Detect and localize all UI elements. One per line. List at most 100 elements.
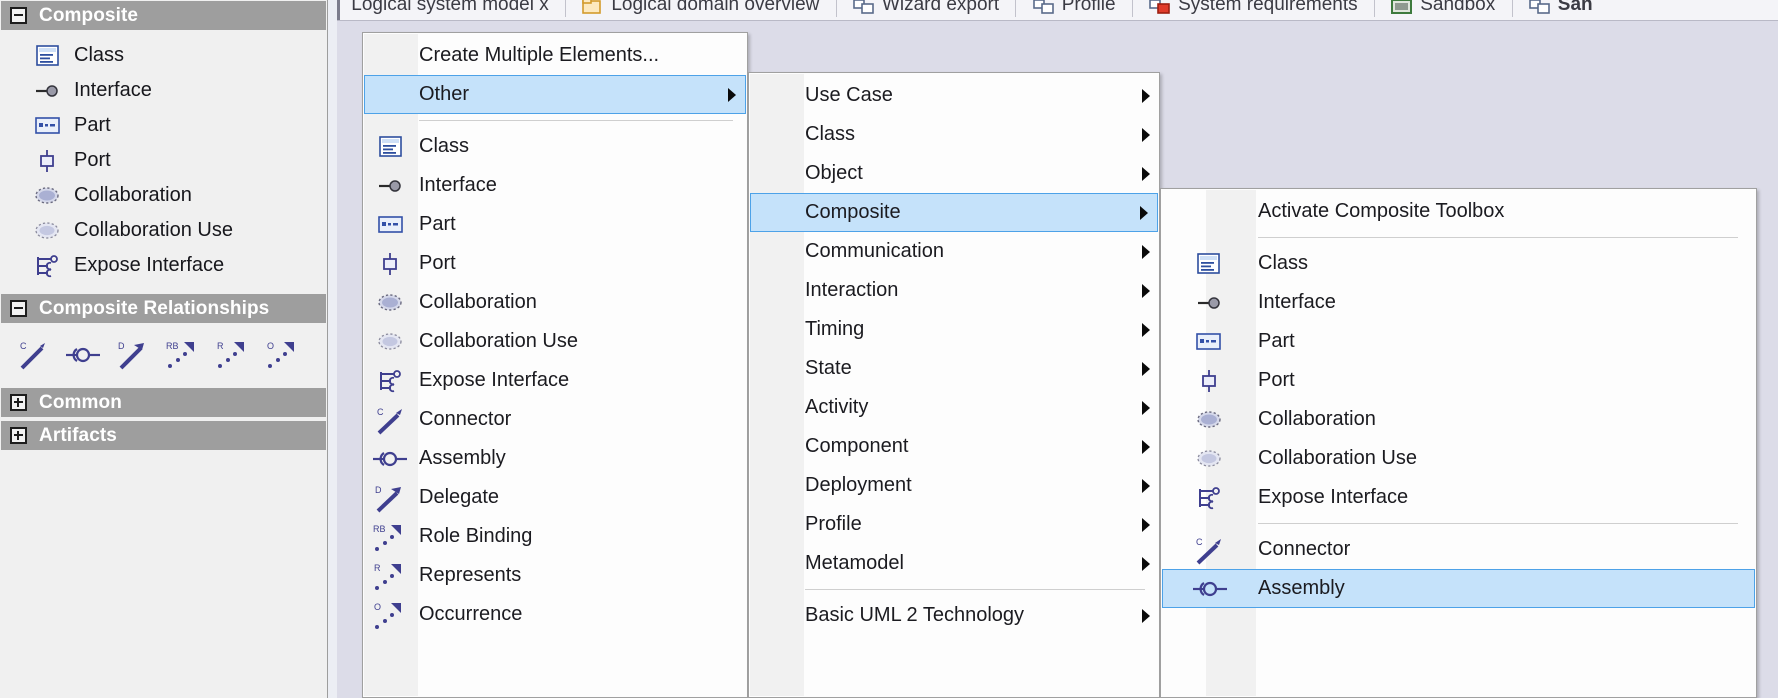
composite-submenu-menu[interactable]: Activate Composite Toolbox Class Interfa…	[1160, 188, 1757, 698]
menu-item-metamodel[interactable]: Metamodel	[749, 544, 1159, 583]
menu-item-label: Assembly	[419, 447, 506, 469]
menu-item-label: Interaction	[805, 279, 899, 301]
menu-item-deployment[interactable]: Deployment	[749, 466, 1159, 505]
menu-item-class[interactable]: Class	[1161, 244, 1756, 283]
menu-item-collaboration[interactable]: Collaboration	[1161, 400, 1756, 439]
toolbox-item-interface[interactable]: Interface	[0, 73, 328, 108]
menu-item-delegate[interactable]: D Delegate	[363, 478, 747, 517]
menu-item-assembly[interactable]: Assembly	[363, 439, 747, 478]
expand-icon[interactable]	[10, 427, 27, 444]
submenu-arrow-icon	[1133, 556, 1159, 571]
toolbox-section-composite-relationships[interactable]: Composite Relationships	[1, 294, 326, 323]
port-icon	[1161, 369, 1256, 393]
tab-sandbox-active[interactable]: San	[1528, 0, 1593, 20]
toolbox-item-port[interactable]: Port	[0, 143, 328, 178]
menu-item-communication[interactable]: Communication	[749, 232, 1159, 271]
menu-item-represents[interactable]: R Represents	[363, 556, 747, 595]
menu-item-collaboration-use[interactable]: Collaboration Use	[1161, 439, 1756, 478]
toolbox-item-collaboration-use[interactable]: Collaboration Use	[0, 213, 328, 248]
connector-icon: C	[363, 404, 417, 436]
menu-item-composite[interactable]: Composite	[750, 193, 1158, 232]
menu-item-interaction[interactable]: Interaction	[749, 271, 1159, 310]
menu-item-port[interactable]: Port	[363, 244, 747, 283]
role-binding-icon[interactable]: RB	[158, 338, 208, 372]
toolbox-item-class[interactable]: Class	[0, 38, 328, 73]
menu-item-class[interactable]: Class	[363, 127, 747, 166]
menu-item-label: Component	[805, 435, 909, 457]
toolbox-item-expose-interface[interactable]: Expose Interface	[0, 248, 328, 283]
menu-item-basic-uml2-technology[interactable]: Basic UML 2 Technology	[749, 596, 1159, 635]
menu-item-state[interactable]: State	[749, 349, 1159, 388]
toolbox-section-artifacts[interactable]: Artifacts	[1, 421, 326, 450]
toolbox-section-title: Common	[39, 391, 122, 413]
menu-item-port[interactable]: Port	[1161, 361, 1756, 400]
menu-item-part[interactable]: Part	[1161, 322, 1756, 361]
menu-item-other[interactable]: Other	[364, 75, 746, 114]
menu-item-collaboration[interactable]: Collaboration	[363, 283, 747, 322]
delegate-icon[interactable]: D	[108, 338, 158, 372]
menu-item-label: Represents	[419, 564, 522, 586]
menu-item-activate-composite-toolbox[interactable]: Activate Composite Toolbox	[1161, 192, 1756, 231]
menu-item-activity[interactable]: Activity	[749, 388, 1159, 427]
represents-icon[interactable]: R	[208, 338, 258, 372]
collapse-icon[interactable]	[10, 7, 27, 24]
toolbox-item-part[interactable]: Part	[0, 108, 328, 143]
menu-item-role-binding[interactable]: RB Role Binding	[363, 517, 747, 556]
expand-icon[interactable]	[10, 394, 27, 411]
tab-label: Logical domain overview	[611, 0, 820, 15]
submenu-arrow-icon	[1133, 166, 1159, 181]
port-icon	[363, 252, 417, 276]
menu-item-part[interactable]: Part	[363, 205, 747, 244]
tab-logical-system-model[interactable]: Logical system model x	[351, 0, 548, 20]
tab-sandbox[interactable]: Sandbox	[1391, 0, 1495, 20]
tab-system-requirements[interactable]: System requirements	[1149, 0, 1358, 20]
tab-divider	[1131, 0, 1133, 17]
menu-item-label: Collaboration Use	[1258, 447, 1417, 469]
menu-item-profile[interactable]: Profile	[749, 505, 1159, 544]
menu-item-assembly[interactable]: Assembly	[1162, 569, 1755, 608]
svg-text:D: D	[375, 485, 382, 495]
tab-wizard-export[interactable]: Wizard export	[853, 0, 999, 20]
menu-item-connector[interactable]: C Connector	[1161, 530, 1756, 569]
diagram-green-icon	[1391, 0, 1413, 14]
menu-item-timing[interactable]: Timing	[749, 310, 1159, 349]
menu-separator	[419, 120, 733, 121]
menu-item-expose-interface[interactable]: Expose Interface	[1161, 478, 1756, 517]
menu-item-label: Port	[1258, 369, 1295, 391]
menu-item-object[interactable]: Object	[749, 154, 1159, 193]
menu-item-expose-interface[interactable]: Expose Interface	[363, 361, 747, 400]
menu-item-label: Delegate	[419, 486, 500, 508]
menu-item-component[interactable]: Component	[749, 427, 1159, 466]
tab-profile[interactable]: Profile	[1032, 0, 1116, 20]
toolbox-section-composite[interactable]: Composite	[1, 1, 326, 30]
menu-item-interface[interactable]: Interface	[363, 166, 747, 205]
toolbox-item-collaboration[interactable]: Collaboration	[0, 178, 328, 213]
menu-item-use-case[interactable]: Use Case	[749, 76, 1159, 115]
toolbox-section-title: Artifacts	[39, 424, 117, 446]
menu-item-label: Assembly	[1258, 577, 1345, 599]
menu-item-class[interactable]: Class	[749, 115, 1159, 154]
other-submenu-menu[interactable]: Use Case Class Object Composite Communic…	[748, 72, 1160, 698]
menu-item-occurrence[interactable]: O Occurrence	[363, 595, 747, 634]
menu-item-interface[interactable]: Interface	[1161, 283, 1756, 322]
occurrence-icon[interactable]: O	[258, 338, 308, 372]
collaboration-icon	[32, 186, 62, 205]
menu-item-collaboration-use[interactable]: Collaboration Use	[363, 322, 747, 361]
submenu-arrow-icon	[1133, 439, 1159, 454]
assembly-icon[interactable]	[58, 340, 108, 370]
menu-item-create-multiple-elements[interactable]: Create Multiple Elements...	[363, 36, 747, 75]
menu-item-label: Connector	[419, 408, 512, 430]
connector-icon[interactable]: C	[8, 338, 58, 372]
menu-item-label: Other	[419, 83, 470, 105]
expose-interface-icon	[363, 369, 417, 393]
connector-icon: C	[1161, 534, 1256, 566]
role-binding-icon: RB	[363, 521, 417, 553]
menu-item-connector[interactable]: C Connector	[363, 400, 747, 439]
collapse-icon[interactable]	[10, 300, 27, 317]
toolbox-section-common[interactable]: Common	[1, 388, 326, 417]
tab-logical-domain-overview[interactable]: Logical domain overview	[582, 0, 819, 20]
toolbox-item-label: Part	[74, 114, 111, 136]
new-element-context-menu[interactable]: Create Multiple Elements... Other Class …	[362, 32, 748, 698]
toolbox-item-label: Class	[74, 44, 125, 66]
submenu-arrow-icon	[1133, 322, 1159, 337]
